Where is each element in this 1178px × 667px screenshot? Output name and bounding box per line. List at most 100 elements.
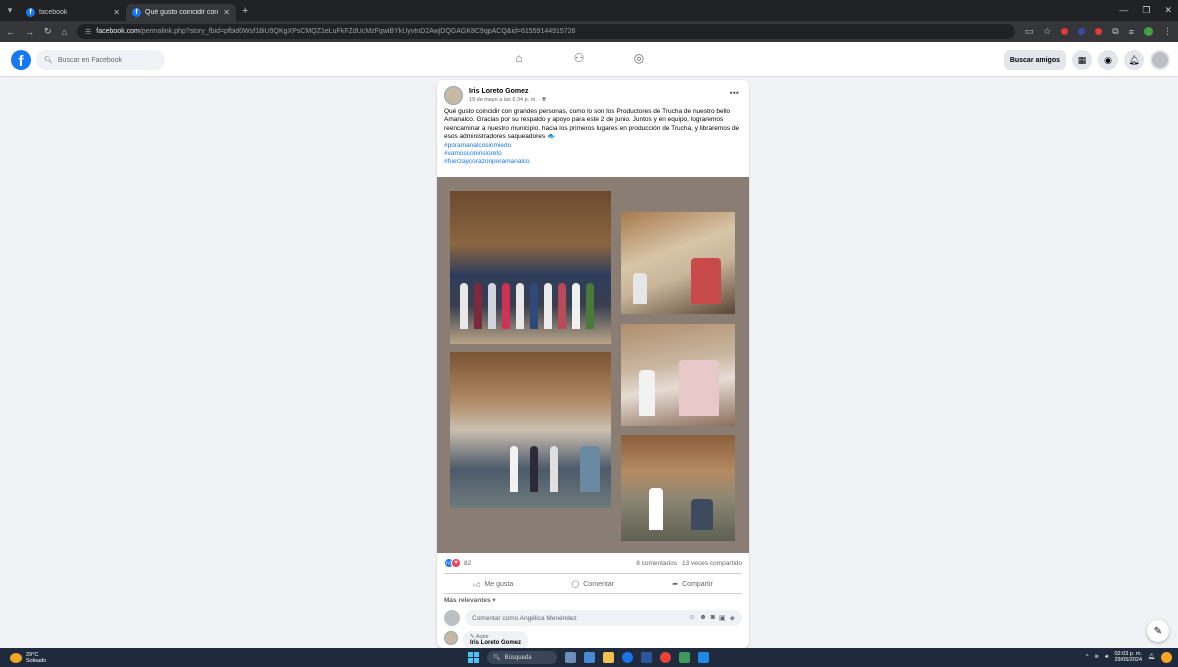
share-button[interactable]: ➦ Compartir [672, 580, 713, 589]
close-tab-icon[interactable]: ✕ [113, 8, 120, 17]
volume-icon[interactable]: 🔊︎ [1105, 654, 1108, 661]
search-placeholder: Buscar en Facebook [57, 56, 123, 64]
find-friends-button[interactable]: Buscar amigos [1003, 50, 1066, 70]
post-photo[interactable] [621, 435, 735, 541]
gif-icon[interactable]: ▣ [719, 614, 726, 622]
bookmark-star-icon[interactable]: ☆ [1043, 26, 1051, 37]
edge-icon[interactable] [622, 652, 633, 663]
post-card: Iris Loreto Gomez 19 de mayo a las 6:34 … [437, 80, 749, 648]
tab-search-icon[interactable]: ▾ [0, 5, 20, 16]
facebook-favicon-icon: f [132, 8, 141, 17]
hashtag[interactable]: #vamosconirisloreto [444, 150, 744, 158]
facebook-favicon-icon: f [26, 8, 35, 17]
extension-icon[interactable] [1061, 28, 1069, 35]
divider [444, 573, 742, 574]
task-view-icon[interactable] [584, 652, 595, 663]
sticker-icon[interactable]: ◈ [730, 614, 735, 622]
weather-widget[interactable]: 29°C Soleado [0, 652, 46, 664]
like-button[interactable]: 👍︎ Me gusta [473, 580, 513, 589]
wifi-icon[interactable]: ≋ [1094, 654, 1099, 660]
search-input[interactable]: 🔍︎ Buscar en Facebook [36, 50, 165, 70]
cast-icon[interactable]: ▭ [1025, 26, 1034, 37]
reaction-count[interactable]: 82 [464, 560, 471, 567]
post-photo[interactable] [621, 324, 735, 426]
more-options-icon[interactable]: ••• [730, 88, 739, 98]
restore-icon[interactable]: ❐ [1142, 5, 1150, 16]
post-photo[interactable] [450, 352, 611, 508]
app-icon[interactable] [698, 652, 709, 663]
menu-grid-icon[interactable]: ▦ [1072, 50, 1092, 70]
comment-bubble: ✎ Autor Iris Loreto Gomez [463, 631, 529, 648]
comment-label: Comentar [583, 580, 615, 588]
home-icon[interactable]: ⌂ [62, 27, 67, 37]
tab-facebook[interactable]: f facebook ✕ [20, 4, 126, 21]
taskbar-search-label: Búsqueda [504, 654, 532, 661]
avatar-sticker-icon[interactable]: ☺ [688, 614, 695, 622]
messenger-icon[interactable]: ◉ [1098, 50, 1118, 70]
kebab-menu-icon[interactable]: ⋮ [1163, 26, 1172, 37]
comment-count[interactable]: 8 comentarios [636, 560, 677, 567]
url-host: facebook.com [96, 28, 140, 35]
profile-icon[interactable] [1144, 27, 1153, 36]
clock[interactable]: 02:03 p. m. 29/05/2024 [1114, 651, 1142, 663]
like-label: Me gusta [484, 580, 514, 588]
widgets-icon[interactable] [565, 652, 576, 663]
new-message-icon[interactable]: ✎ [1147, 620, 1169, 642]
tab-post[interactable]: f Qué gusto coincidir con grand ✕ [126, 4, 236, 21]
close-tab-icon[interactable]: ✕ [223, 8, 230, 17]
chrome-icon[interactable] [660, 652, 671, 663]
facebook-logo-icon[interactable]: f [11, 50, 31, 70]
tab-title: Qué gusto coincidir con grand [145, 9, 219, 16]
reaction-summary: 👍︎ ♥ 82 8 comentarios 13 veces compartid… [444, 558, 742, 568]
post-text: Qué gusto coincidir con grandes personas… [444, 108, 744, 167]
comment-input[interactable]: Comentar como Angélica Menéndez ☺ ☻ ◙ ▣ … [465, 610, 742, 626]
extension-icon[interactable] [1095, 28, 1103, 35]
comment-button[interactable]: ◯ Comentar [571, 580, 615, 589]
post-date[interactable]: 19 de mayo a las 6:34 p. m. · [469, 97, 540, 103]
friends-icon[interactable]: ⚇ [570, 51, 588, 65]
file-explorer-icon[interactable] [603, 652, 614, 663]
search-icon: 🔍︎ [493, 655, 501, 661]
comment-placeholder: Comentar como Angélica Menéndez [472, 614, 577, 622]
extension-icon[interactable] [1078, 28, 1086, 35]
groups-icon[interactable]: ◎ [630, 51, 648, 65]
post-photo[interactable] [450, 191, 611, 344]
sun-icon [10, 652, 22, 663]
thumbs-up-icon: 👍︎ [473, 581, 481, 589]
home-icon[interactable]: ⌂ [510, 51, 528, 65]
new-tab-icon[interactable]: + [242, 5, 248, 17]
forward-icon[interactable]: → [25, 27, 34, 37]
sort-comments-dropdown[interactable]: Más relevantes ▾ [444, 596, 496, 604]
hashtag[interactable]: #fuerzaycorazonporamanalco [444, 158, 744, 166]
author-avatar[interactable] [444, 86, 463, 105]
copilot-icon[interactable] [1161, 651, 1172, 663]
share-count[interactable]: 13 veces compartido [682, 560, 742, 567]
emoji-icon[interactable]: ☻ [699, 614, 706, 622]
facebook-header: f 🔍︎ Buscar en Facebook ⌂ ⚇ ◎ Buscar ami… [0, 42, 1178, 77]
start-icon[interactable] [468, 652, 479, 663]
close-window-icon[interactable]: ✕ [1164, 5, 1172, 16]
commenter-avatar[interactable] [444, 631, 458, 645]
account-avatar[interactable] [1150, 50, 1170, 70]
commenter-name[interactable]: Iris Loreto Gomez [470, 640, 521, 646]
store-icon[interactable] [641, 652, 652, 663]
site-info-icon[interactable]: ☰ [85, 28, 91, 36]
notification-bell-icon[interactable]: 🔔︎ [1148, 654, 1155, 660]
post-body: Qué gusto coincidir con grandes personas… [444, 108, 740, 141]
post-photo[interactable] [621, 212, 735, 314]
browser-tab-bar: ▾ f facebook ✕ f Qué gusto coincidir con… [0, 0, 1178, 21]
hashtag[interactable]: #poramanalcosinmiedo [444, 142, 744, 150]
notifications-bell-icon[interactable]: 🔔︎ [1124, 50, 1144, 70]
author-name[interactable]: Iris Loreto Gomez [469, 88, 546, 95]
chevron-up-icon[interactable]: ^ [1086, 654, 1089, 660]
url-field[interactable]: ☰ facebook.com /permalink.php?story_fbid… [76, 24, 1015, 39]
camera-icon[interactable]: ◙ [711, 614, 715, 622]
share-arrow-icon: ➦ [672, 581, 679, 588]
app-icon[interactable] [679, 652, 690, 663]
minimize-icon[interactable]: — [1119, 5, 1128, 16]
taskbar-search[interactable]: 🔍︎ Búsqueda [487, 651, 557, 664]
back-icon[interactable]: ← [6, 27, 15, 37]
extensions-puzzle-icon[interactable]: ⧉ [1112, 26, 1118, 37]
media-icon[interactable]: ≡ [1129, 27, 1134, 37]
reload-icon[interactable]: ↻ [44, 26, 52, 37]
